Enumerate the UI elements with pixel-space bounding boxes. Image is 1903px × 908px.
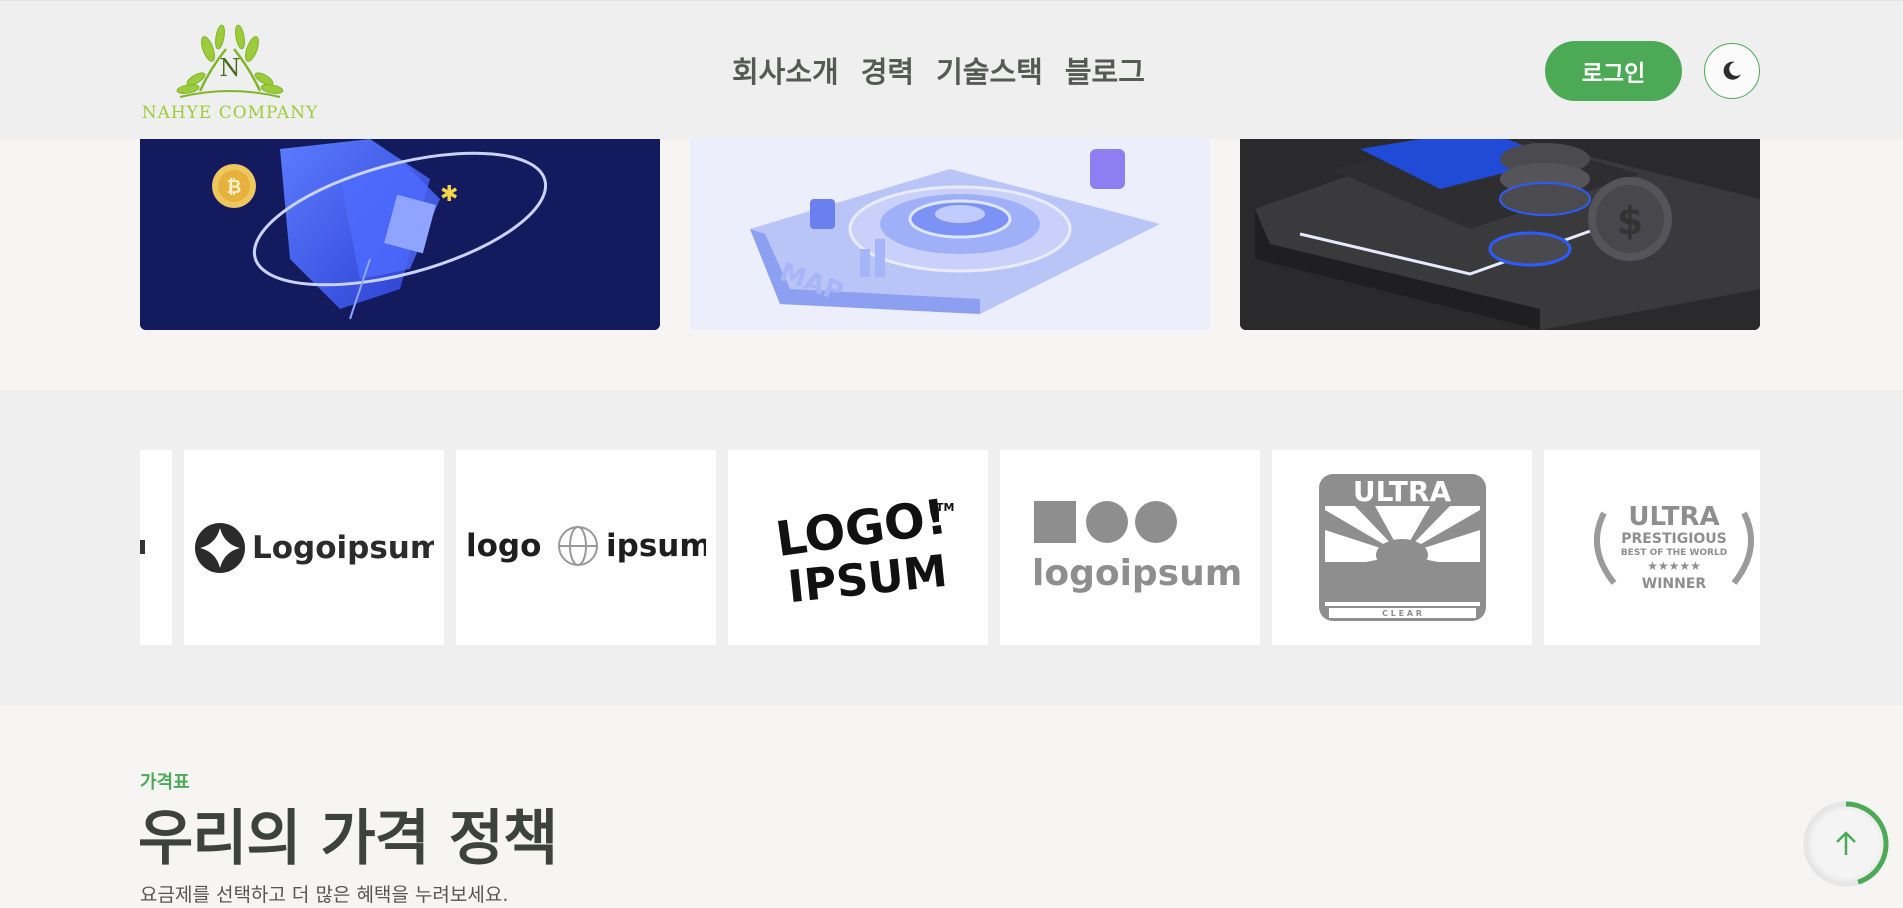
nav-item-blog[interactable]: 블로그 [1065,49,1145,91]
svg-text:ULTRA: ULTRA [1628,502,1719,532]
project-image-crypto[interactable]: ₿ ✱ [140,139,660,330]
svg-text:Logoipsum: Logoipsum [252,530,434,566]
svg-text:₿: ₿ [227,177,242,198]
nav-item-about[interactable]: 회사소개 [732,49,839,91]
company-logo[interactable]: N NAHYE COMPANY [140,19,320,129]
client-logo-ultra-prestigious[interactable]: ULTRA PRESTIGIOUS BEST OF THE WORLD ★★★★… [1544,450,1760,645]
dark-mode-toggle[interactable] [1704,43,1760,99]
svg-text:BEST OF THE WORLD: BEST OF THE WORLD [1621,548,1727,558]
svg-text:★★★★★: ★★★★★ [1647,559,1701,573]
crypto-illustration: ₿ ✱ [140,139,660,330]
login-button[interactable]: 로그인 [1545,41,1682,101]
logo-wordmark: NAHYE COMPANY [141,103,319,123]
nav-item-career[interactable]: 경력 [861,49,914,91]
project-showcase: ₿ ✱ MAP $ [140,139,1760,330]
client-logo-ultra-clear[interactable]: ULTRA C L E A R [1272,450,1532,645]
site-header: N NAHYE COMPANY 회사소개 경력 기술스택 블로그 로그인 [0,0,1903,139]
platform-illustration: MAP [690,139,1210,330]
pricing-subtitle: 요금제를 선택하고 더 많은 혜택을 누려보세요. [140,884,509,906]
client-logo-globe-ipsum[interactable]: logo ipsum [456,450,716,645]
main-nav: 회사소개 경력 기술스택 블로그 [732,49,1145,91]
client-logos-section: Logoipsum logo ipsum LOGO! IPSUM TM logo… [0,390,1903,705]
finance-illustration: $ [1240,139,1760,330]
ultra-clear-logo-icon: ULTRA C L E A R [1318,474,1486,621]
moon-icon [1723,61,1741,80]
arrow-up-icon [1836,831,1856,855]
pricing-title: 우리의 가격 정책 [138,804,558,874]
client-logos-carousel[interactable]: Logoipsum logo ipsum LOGO! IPSUM TM logo… [140,450,1760,645]
star-logo-icon: Logoipsum [195,522,434,573]
client-logo-graffiti[interactable]: LOGO! IPSUM TM [728,450,988,645]
svg-text:C L E A R: C L E A R [1382,609,1422,618]
partial-logo-icon [140,540,145,554]
client-logo-logoipsum-star[interactable]: Logoipsum [184,450,444,645]
nav-item-tech-stack[interactable]: 기술스택 [936,49,1043,91]
project-image-finance[interactable]: $ [1240,139,1760,330]
svg-text:ipsum: ipsum [606,528,706,564]
globe-logo-icon: logo ipsum [466,525,706,566]
svg-text:PRESTIGIOUS: PRESTIGIOUS [1621,531,1727,547]
svg-text:ULTRA: ULTRA [1352,475,1451,508]
svg-text:$: $ [1617,199,1643,243]
laurel-icon: N [176,24,284,98]
svg-text:TM: TM [936,501,954,514]
svg-text:✱: ✱ [440,182,458,207]
ultra-prestigious-logo-icon: ULTRA PRESTIGIOUS BEST OF THE WORLD ★★★★… [1594,502,1754,592]
scroll-to-top-button[interactable] [1803,801,1889,887]
svg-text:WINNER: WINNER [1642,576,1707,592]
shapes-logo-icon: logoipsum [1032,500,1240,594]
graffiti-logo-icon: LOGO! IPSUM TM [772,488,954,612]
client-logo-partial [140,450,172,645]
client-logo-shapes[interactable]: logoipsum [1000,450,1260,645]
svg-text:N: N [220,54,241,82]
svg-text:logo: logo [466,528,541,564]
svg-text:logoipsum: logoipsum [1032,553,1240,594]
project-image-platform[interactable]: MAP [690,139,1210,330]
